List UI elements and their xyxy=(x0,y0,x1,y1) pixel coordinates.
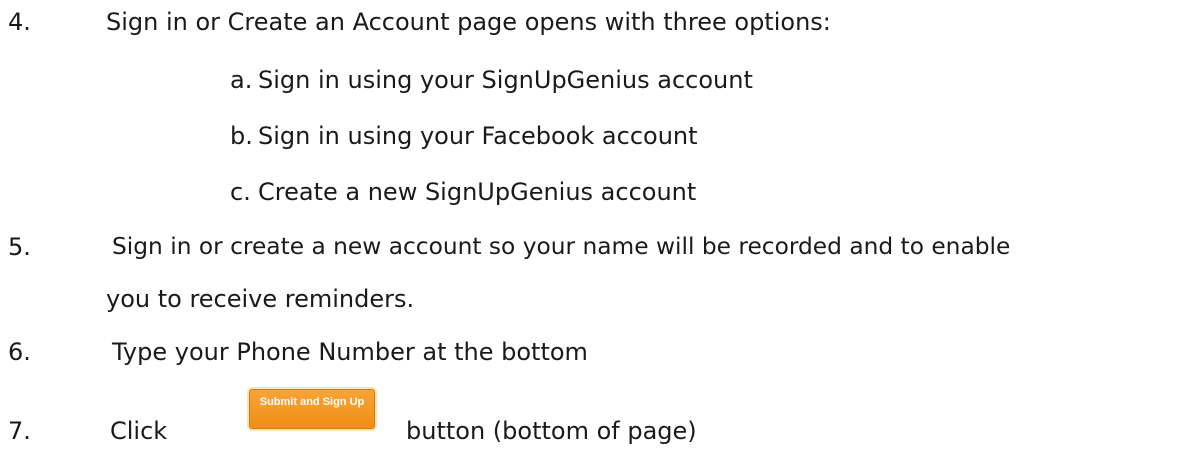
option-a-text: Sign in using your SignUpGenius account xyxy=(258,66,753,94)
option-c-letter: c. xyxy=(230,178,251,206)
step-6-number: 6. xyxy=(8,338,31,366)
option-c-text: Create a new SignUpGenius account xyxy=(258,178,697,206)
step-5-number: 5. xyxy=(8,233,31,261)
submit-and-sign-up-button[interactable]: Submit and Sign Up xyxy=(249,389,375,429)
step-4-text: Sign in or Create an Account page opens … xyxy=(106,8,831,36)
step-7-number: 7. xyxy=(8,417,31,445)
option-b-text: Sign in using your Facebook account xyxy=(258,122,698,150)
step-5-text-line1: Sign in or create a new account so your … xyxy=(112,233,1011,260)
step-7-text-before: Click xyxy=(110,417,168,445)
option-b-letter: b. xyxy=(230,122,253,150)
step-7-text-after: button (bottom of page) xyxy=(406,417,697,445)
step-6-text: Type your Phone Number at the bottom xyxy=(112,338,588,366)
step-4-number: 4. xyxy=(8,8,31,36)
option-a-letter: a. xyxy=(230,66,253,94)
step-5-text-line2: you to receive reminders. xyxy=(106,285,415,313)
